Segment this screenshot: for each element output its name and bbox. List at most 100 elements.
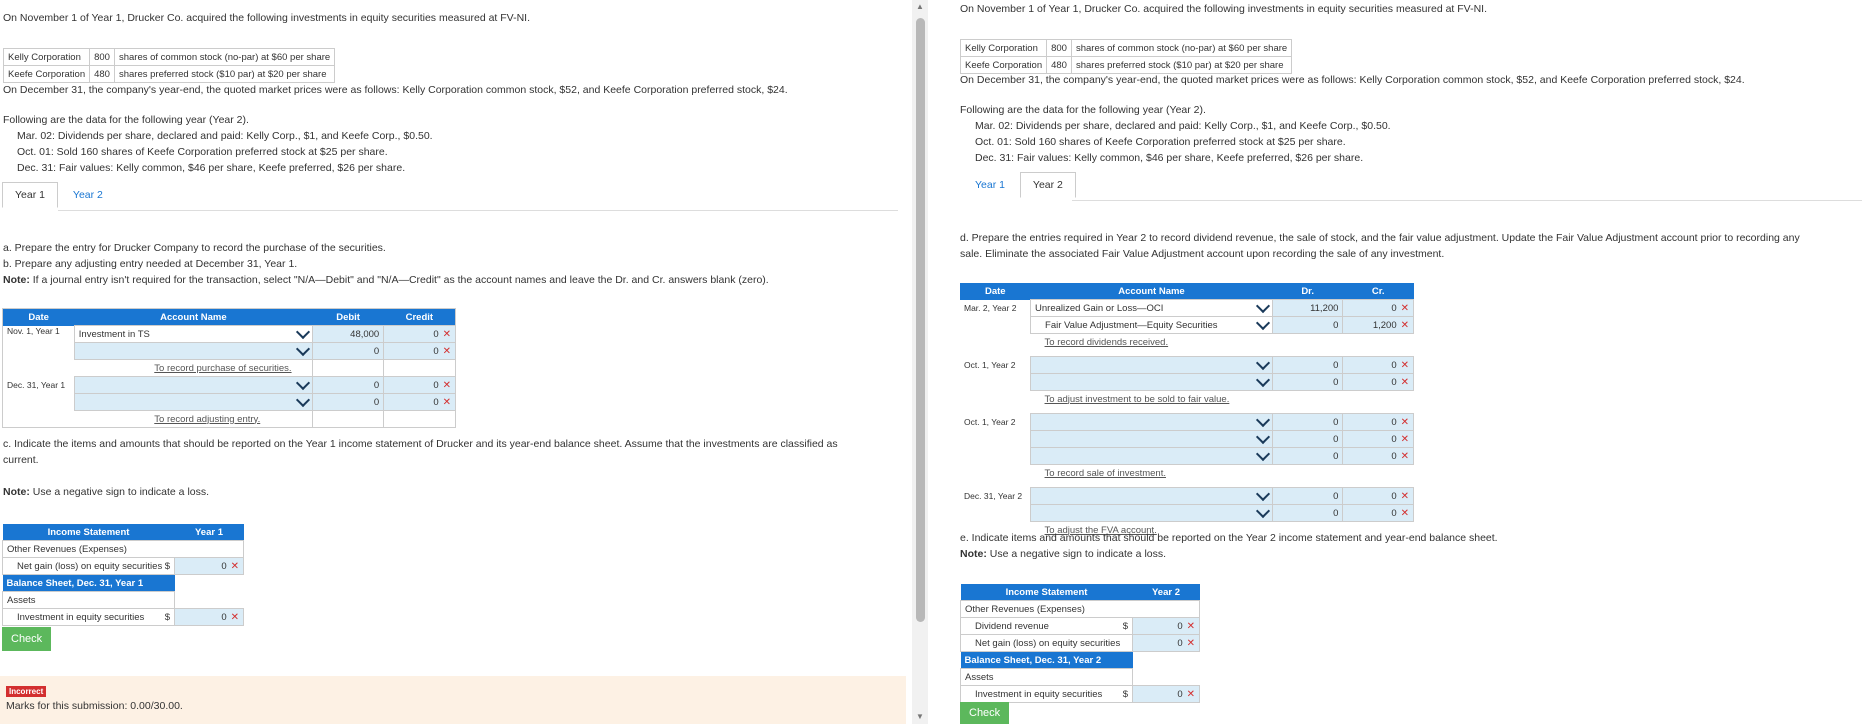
event-oct01: Oct. 01: Sold 160 shares of Keefe Corpor… bbox=[17, 146, 388, 158]
net-gain-label: Net gain (loss) on equity securities $ bbox=[2, 557, 175, 575]
date-cell: Nov. 1, Year 1 bbox=[7, 325, 60, 336]
incorrect-icon: ✕ bbox=[1400, 450, 1409, 462]
memo-text: To adjust investment to be sold to fair … bbox=[1044, 393, 1230, 405]
cr-input[interactable]: 0 ✕ bbox=[1342, 504, 1414, 522]
incorrect-icon: ✕ bbox=[442, 379, 451, 391]
investment-input[interactable]: 0 ✕ bbox=[1132, 685, 1200, 703]
table-row: Oct. 1, Year 2 0 0 ✕ bbox=[960, 355, 1414, 374]
cr-input[interactable]: 0 ✕ bbox=[1342, 430, 1414, 448]
table-row: Dividend revenue $ 0 ✕ bbox=[960, 617, 1200, 635]
dr-input[interactable]: 0 bbox=[1271, 430, 1344, 448]
note-a: Note: If a journal entry isn't required … bbox=[3, 274, 769, 286]
scroll-down-icon[interactable]: ▼ bbox=[913, 712, 927, 722]
incorrect-icon: ✕ bbox=[1186, 637, 1195, 649]
dr-input[interactable]: 0 bbox=[1271, 504, 1344, 522]
instruction-d-cont: sale. Eliminate the associated Fair Valu… bbox=[960, 248, 1445, 260]
col-debit: Debit bbox=[312, 308, 384, 326]
income-statement-year2: Income Statement Year 2 Other Revenues (… bbox=[960, 584, 1200, 703]
event-mar02: Mar. 02: Dividends per share, declared a… bbox=[17, 130, 433, 142]
cr-input[interactable]: 0 ✕ bbox=[1342, 487, 1414, 505]
account-select[interactable] bbox=[1030, 486, 1273, 505]
account-select[interactable]: Fair Value Adjustment—Equity Securities bbox=[1030, 315, 1273, 334]
debit-input[interactable]: 0 bbox=[311, 342, 385, 360]
cr-input[interactable]: 0 ✕ bbox=[1342, 373, 1414, 391]
cr-value: 0 bbox=[1391, 450, 1397, 462]
dr-input[interactable]: 11,200 bbox=[1271, 299, 1344, 317]
check-button[interactable]: Check bbox=[960, 702, 1010, 724]
account-select[interactable] bbox=[73, 341, 313, 360]
dr-input[interactable]: 0 bbox=[1271, 356, 1344, 374]
account-select[interactable] bbox=[1030, 355, 1273, 374]
net-gain-text: Net gain (loss) on equity securities bbox=[17, 560, 163, 572]
chevron-down-icon bbox=[295, 392, 311, 408]
cr-value: 0 bbox=[1391, 416, 1397, 428]
assets-label: Assets bbox=[2, 591, 175, 609]
cr-value: 0 bbox=[1391, 302, 1397, 314]
cr-input[interactable]: 0 ✕ bbox=[1342, 356, 1414, 374]
account-select[interactable] bbox=[1030, 372, 1273, 391]
dr-input[interactable]: 0 bbox=[1271, 316, 1344, 334]
chevron-down-icon bbox=[1255, 486, 1270, 502]
sec-company: Keefe Corporation bbox=[2, 65, 91, 83]
dividend-revenue-input[interactable]: 0 ✕ bbox=[1132, 617, 1200, 635]
col-cr: Cr. bbox=[1342, 283, 1414, 300]
net-gain-input[interactable]: 0 ✕ bbox=[174, 557, 244, 575]
investment-label: Investment in equity securities $ bbox=[2, 608, 175, 626]
dr-input[interactable]: 0 bbox=[1271, 413, 1344, 431]
dr-input[interactable]: 0 bbox=[1271, 373, 1344, 391]
following-text: Following are the data for the following… bbox=[3, 114, 249, 126]
is-year-header: Year 1 bbox=[174, 524, 244, 541]
incorrect-icon: ✕ bbox=[1400, 302, 1409, 314]
cr-input[interactable]: 0 ✕ bbox=[1342, 299, 1414, 317]
credit-input[interactable]: 0 ✕ bbox=[383, 325, 456, 343]
table-row: Net gain (loss) on equity securities $ 0 ✕ bbox=[2, 557, 244, 575]
currency-symbol: $ bbox=[1122, 620, 1128, 632]
account-select[interactable] bbox=[1030, 412, 1273, 431]
credit-input[interactable]: 0 ✕ bbox=[383, 342, 456, 360]
table-row: Investment in equity securities $ 0 ✕ bbox=[960, 685, 1200, 703]
debit-input[interactable]: 0 bbox=[311, 376, 385, 394]
cr-input[interactable]: 0 ✕ bbox=[1342, 413, 1414, 431]
cr-input[interactable]: 0 ✕ bbox=[1342, 447, 1414, 465]
memo-text: To record dividends received. bbox=[1044, 336, 1169, 348]
securities-table: Kelly Corporation 800 shares of common s… bbox=[2, 48, 336, 83]
account-select[interactable] bbox=[73, 392, 313, 411]
chevron-down-icon bbox=[1255, 446, 1270, 462]
tab-year-2[interactable]: Year 2 bbox=[61, 183, 115, 207]
memo: To record purchase of securities. bbox=[74, 360, 312, 377]
dr-input[interactable]: 0 bbox=[1271, 447, 1344, 465]
note-label: Note: bbox=[3, 486, 30, 498]
table-row: Fair Value Adjustment—Equity Securities … bbox=[960, 315, 1414, 334]
tab-year-1[interactable]: Year 1 bbox=[963, 173, 1017, 197]
table-row: 0 0 ✕ bbox=[960, 446, 1414, 465]
instruction-d: d. Prepare the entries required in Year … bbox=[960, 232, 1800, 244]
debit-input[interactable]: 0 bbox=[311, 393, 385, 411]
event-dec31: Dec. 31: Fair values: Kelly common, $46 … bbox=[975, 152, 1364, 164]
scroll-up-icon[interactable]: ▲ bbox=[913, 2, 927, 12]
account-select[interactable] bbox=[1030, 503, 1273, 522]
cr-input[interactable]: 1,200 ✕ bbox=[1342, 316, 1414, 334]
incorrect-badge-text: Incorrect bbox=[6, 686, 47, 697]
tab-year-1[interactable]: Year 1 bbox=[2, 182, 58, 208]
table-row: Mar. 2, Year 2 Unrealized Gain or Loss—O… bbox=[960, 298, 1414, 317]
account-select[interactable]: Unrealized Gain or Loss—OCI bbox=[1030, 298, 1273, 317]
account-select[interactable] bbox=[73, 375, 313, 394]
dividend-revenue-value: 0 bbox=[1177, 620, 1183, 632]
credit-input[interactable]: 0 ✕ bbox=[383, 393, 456, 411]
table-row: Keefe Corporation 480 shares preferred s… bbox=[959, 56, 1293, 74]
account-select[interactable] bbox=[1030, 429, 1273, 448]
check-button[interactable]: Check bbox=[2, 627, 52, 651]
dr-input[interactable]: 0 bbox=[1271, 487, 1344, 505]
investment-input[interactable]: 0 ✕ bbox=[174, 608, 244, 626]
incorrect-icon: ✕ bbox=[230, 560, 239, 572]
debit-input[interactable]: 48,000 bbox=[311, 325, 385, 343]
credit-input[interactable]: 0 ✕ bbox=[383, 376, 456, 394]
net-gain-input[interactable]: 0 ✕ bbox=[1132, 634, 1200, 652]
tab-year-2[interactable]: Year 2 bbox=[1019, 172, 1076, 198]
event-mar02: Mar. 02: Dividends per share, declared a… bbox=[975, 120, 1391, 132]
table-row: Dec. 31, Year 2 0 0 ✕ bbox=[960, 486, 1414, 505]
following-text: Following are the data for the following… bbox=[960, 104, 1206, 116]
account-select[interactable]: Investment in TS bbox=[73, 324, 313, 343]
scrollbar-thumb[interactable] bbox=[916, 18, 925, 622]
account-select[interactable] bbox=[1030, 446, 1273, 465]
